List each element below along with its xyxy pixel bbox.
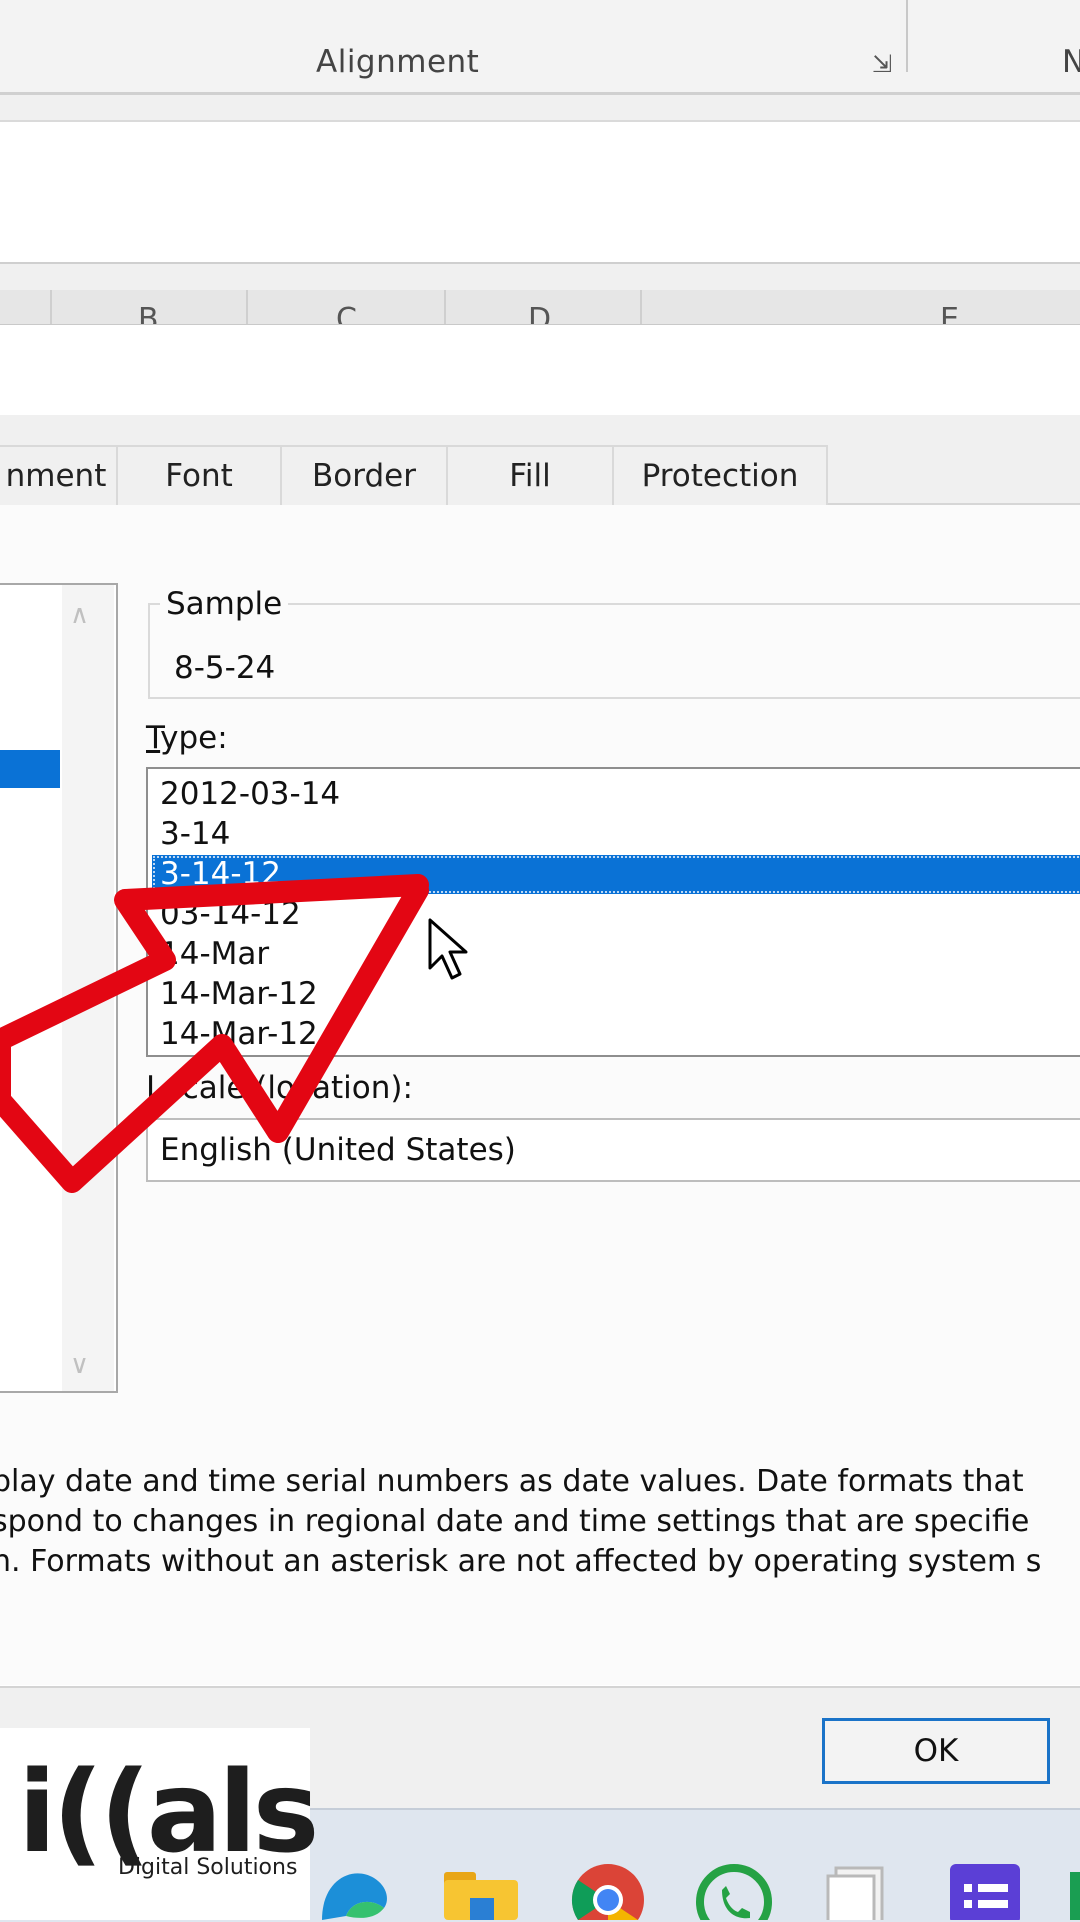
taskbar-app-icon-partial[interactable] [1070, 1872, 1080, 1920]
tab-alignment[interactable]: nment [0, 445, 118, 505]
category-selected-row[interactable] [0, 750, 60, 788]
whatsapp-icon[interactable] [696, 1864, 772, 1920]
column-header-e[interactable]: E [940, 302, 959, 324]
ribbon [0, 0, 1080, 95]
column-header-d[interactable]: D [528, 302, 551, 324]
description-line: n. Formats without an asterisk are not a… [0, 1544, 1042, 1579]
type-label: Type: [146, 720, 228, 756]
column-headers: B C D E [0, 290, 1080, 326]
locale-label: Locale (location): [146, 1070, 413, 1106]
chevron-up-icon[interactable]: ∧ [70, 600, 89, 630]
description-line: spond to changes in regional date and ti… [0, 1504, 1030, 1539]
type-list[interactable]: 2012-03-14 3-14 3-14-12 03-14-12 14-Mar … [146, 767, 1080, 1057]
dialog-launcher-icon[interactable]: ⇲ [872, 50, 892, 78]
column-divider [640, 290, 642, 324]
sample-value: 8-5-24 [174, 650, 276, 686]
type-list-item[interactable]: 3-14 [160, 815, 1080, 854]
tab-font[interactable]: Font [116, 445, 282, 505]
type-label-text: ype: [160, 720, 228, 756]
type-list-item[interactable]: 14-Mar [160, 935, 1080, 974]
logo-subtitle: Digital Solutions [118, 1855, 298, 1880]
column-divider [50, 290, 52, 324]
edge-icon[interactable] [312, 1860, 392, 1920]
category-scrollbar[interactable] [62, 585, 114, 1391]
type-list-item-selected[interactable]: 3-14-12 [152, 855, 1080, 894]
type-list-item[interactable]: 03-14-12 [160, 895, 1080, 934]
description-line: play date and time serial numbers as dat… [0, 1464, 1024, 1499]
tab-border[interactable]: Border [280, 445, 448, 505]
formula-bar[interactable] [0, 120, 1080, 264]
sample-title: Sample [160, 586, 289, 622]
column-divider [444, 290, 446, 324]
column-header-b[interactable]: B [138, 302, 159, 324]
chrome-icon[interactable] [570, 1862, 646, 1920]
column-header-c[interactable]: C [336, 302, 357, 324]
tab-protection[interactable]: Protection [612, 445, 828, 505]
type-label-accelerator: T [146, 720, 161, 756]
ok-button[interactable]: OK [822, 1718, 1050, 1784]
type-list-item[interactable]: 2012-03-14 [160, 775, 1080, 814]
tasks-app-icon[interactable] [948, 1862, 1022, 1920]
format-description: play date and time serial numbers as dat… [0, 1462, 1080, 1582]
type-list-item[interactable]: 14-Mar-12 [160, 975, 1080, 1014]
ribbon-separator [906, 0, 908, 72]
chevron-down-icon[interactable]: ∨ [70, 1350, 89, 1380]
documents-icon[interactable] [822, 1862, 892, 1920]
ribbon-next-group-label: N [1062, 44, 1080, 80]
type-list-item[interactable]: 14-Mar-12 [160, 1015, 1080, 1054]
ribbon-group-label: Alignment [316, 44, 480, 80]
tab-fill[interactable]: Fill [446, 445, 614, 505]
locale-select[interactable]: English (United States) [146, 1118, 1080, 1182]
file-explorer-icon[interactable] [440, 1868, 522, 1920]
column-divider [246, 290, 248, 324]
